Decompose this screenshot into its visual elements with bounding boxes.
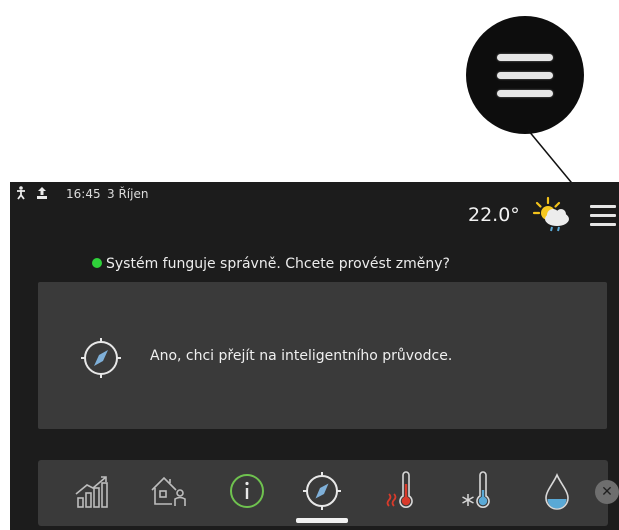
system-status-message: Systém funguje správně. Chcete provést z… bbox=[92, 256, 450, 272]
status-date: 3 Říjen bbox=[107, 187, 149, 201]
person-icon bbox=[14, 186, 28, 202]
compass-icon bbox=[81, 338, 121, 378]
info-icon[interactable] bbox=[224, 468, 270, 514]
thermometer-heat-icon[interactable] bbox=[378, 468, 424, 514]
thermometer-cold-icon[interactable] bbox=[455, 468, 501, 514]
status-time: 16:45 bbox=[66, 187, 101, 201]
house-person-icon[interactable] bbox=[146, 468, 192, 514]
outdoor-temperature: 22.0° bbox=[468, 204, 520, 226]
status-bar: 16:45 3 Říjen bbox=[10, 182, 619, 206]
sun-cloud-rain-icon bbox=[532, 196, 569, 232]
device-screen: 16:45 3 Říjen 22.0° Systém funguje správ… bbox=[10, 182, 619, 530]
smart-guide-card[interactable]: Ano, chci přejít na inteligentního průvo… bbox=[38, 282, 607, 429]
water-drop-icon[interactable] bbox=[534, 468, 580, 514]
close-icon[interactable]: ✕ bbox=[595, 480, 619, 504]
hamburger-menu-icon[interactable] bbox=[590, 204, 616, 226]
system-status-text: Systém funguje správně. Chcete provést z… bbox=[106, 256, 450, 272]
menu-bar bbox=[590, 205, 616, 208]
upload-icon bbox=[35, 186, 49, 202]
menu-bar bbox=[590, 223, 616, 226]
menu-bar bbox=[590, 214, 616, 217]
bar-chart-trend-icon[interactable] bbox=[69, 468, 115, 514]
smart-guide-label: Ano, chci přejít na inteligentního průvo… bbox=[150, 348, 453, 364]
bottom-navigation: ✕ bbox=[38, 460, 619, 526]
active-nav-indicator bbox=[296, 518, 348, 523]
compass-icon[interactable] bbox=[299, 468, 345, 514]
status-ok-dot bbox=[92, 258, 102, 268]
